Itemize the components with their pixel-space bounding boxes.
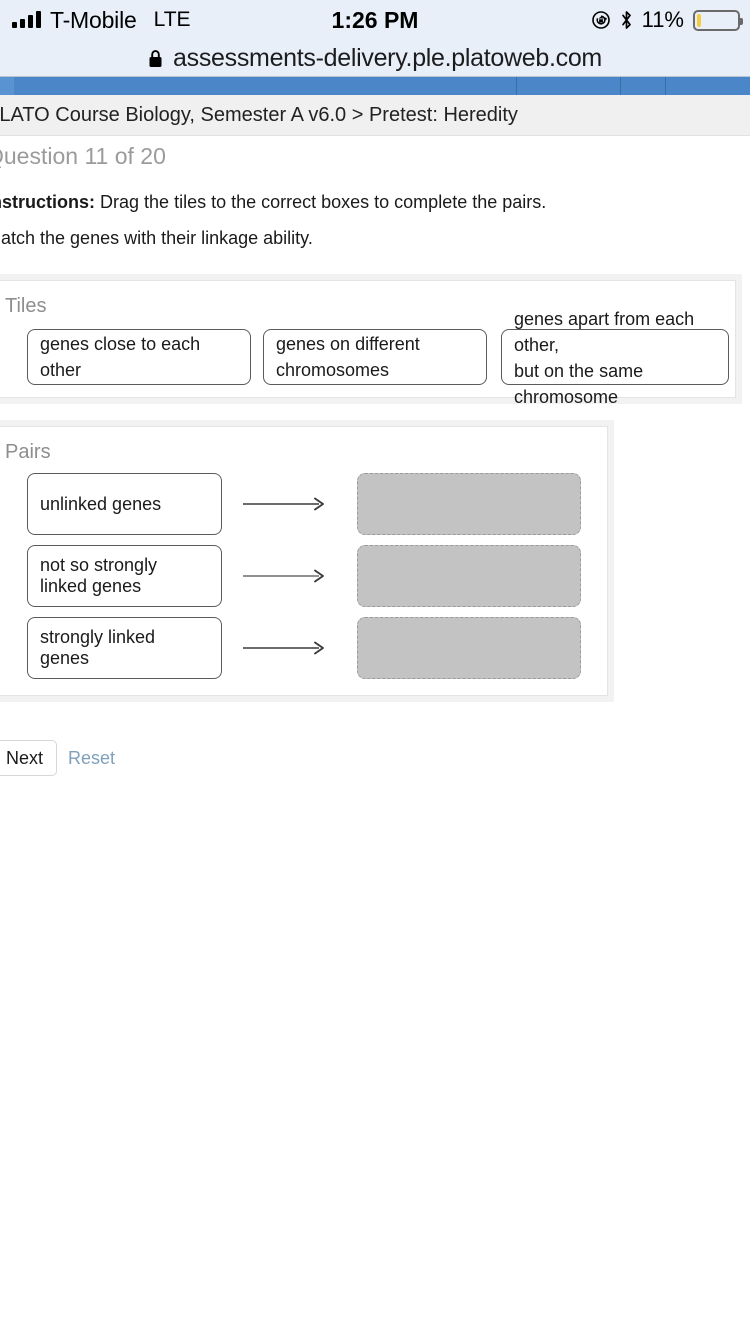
drop-zone[interactable] (357, 617, 581, 679)
phone-screen: T-Mobile LTE 1:26 PM 11% assessments-del… (0, 0, 750, 1334)
tile-draggable[interactable]: genes apart from each other, but on the … (501, 309, 729, 407)
lock-icon (148, 49, 163, 68)
tiles-panel: Tiles genes close to each other genes on… (0, 280, 736, 407)
drop-zone[interactable] (357, 545, 581, 607)
url-text: assessments-delivery.ple.platoweb.com (173, 43, 602, 72)
tile-label: genes on different chromosomes (276, 333, 420, 380)
instructions-label: Instructions: (0, 192, 96, 212)
drop-zone[interactable] (357, 473, 581, 535)
tile-draggable[interactable]: genes on different chromosomes (263, 329, 487, 385)
tile-label-line2: but on the same chromosome (514, 361, 644, 408)
question-counter-label: Question 11 of 20 (0, 142, 166, 169)
tiles-panel-title: Tiles (5, 295, 47, 317)
instructions-line: Instructions: Drag the tiles to the corr… (0, 192, 546, 213)
battery-percent-label: 11% (641, 7, 684, 32)
pair-label: strongly linked genes (27, 617, 222, 679)
next-button[interactable]: Next (0, 740, 58, 776)
pair-label-text: strongly linked genes (40, 627, 156, 668)
breadcrumb-text: PLATO Course Biology, Semester A v6.0 > … (0, 103, 518, 126)
toolbar-divider-2 (620, 77, 621, 95)
browser-url-bar[interactable]: assessments-delivery.ple.platoweb.com (0, 40, 750, 76)
pair-label: not so strongly linked genes (27, 545, 222, 607)
app-toolbar[interactable] (0, 77, 750, 95)
bluetooth-icon (620, 10, 633, 30)
toolbar-segment-edge (0, 77, 14, 95)
battery-icon (693, 9, 743, 31)
reset-link[interactable]: Reset (68, 740, 115, 776)
ios-status-bar: T-Mobile LTE 1:26 PM 11% (0, 0, 750, 40)
clock-label: 1:26 PM (331, 6, 419, 33)
tile-label-line1: genes apart from each other, (514, 308, 695, 355)
pairs-panel-title: Pairs (5, 441, 51, 463)
arrow-right-icon (243, 497, 329, 511)
arrow-right-icon (243, 569, 329, 583)
question-prompt: Match the genes with their linkage abili… (0, 228, 313, 248)
pair-label: unlinked genes (27, 473, 222, 535)
pair-label-text: not so strongly linked genes (40, 555, 158, 596)
tile-label: genes close to each other (40, 333, 201, 380)
breadcrumb: PLATO Course Biology, Semester A v6.0 > … (0, 95, 750, 136)
tile-draggable[interactable]: genes close to each other (27, 329, 251, 385)
question-footer: Next Reset (0, 740, 750, 780)
status-bar-right: 11% (591, 0, 743, 40)
toolbar-divider-1 (516, 77, 517, 95)
rotation-lock-icon (591, 10, 611, 30)
toolbar-divider-3 (665, 77, 666, 95)
arrow-right-icon (243, 641, 329, 655)
instructions-text: Drag the tiles to the correct boxes to c… (100, 192, 547, 212)
pairs-panel: Pairs unlinked genes not so strongly lin… (0, 426, 608, 696)
question-counter: Question 11 of 20 (0, 136, 166, 176)
pair-label-text: unlinked genes (40, 493, 162, 514)
tile-label-wrapper: genes apart from each other, but on the … (514, 306, 716, 410)
